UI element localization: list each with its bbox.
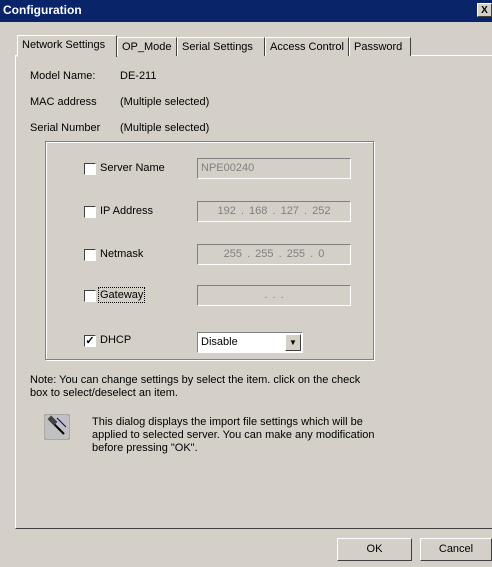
model-name-label: Model Name: xyxy=(30,70,96,82)
tab-label: Access Control xyxy=(270,41,344,53)
import-info-text: This dialog displays the import file set… xyxy=(92,416,375,454)
ok-button[interactable]: OK xyxy=(337,538,412,561)
tab-password[interactable]: Password xyxy=(349,37,411,56)
tab-access-control[interactable]: Access Control xyxy=(265,37,349,56)
tab-label: Network Settings xyxy=(22,39,106,51)
server-name-label: Server Name xyxy=(100,162,165,174)
netmask-label: Netmask xyxy=(100,248,144,260)
ip-address-checkbox[interactable] xyxy=(84,206,96,218)
dhcp-select-value: Disable xyxy=(201,336,238,348)
serial-number-value: (Multiple selected) xyxy=(120,122,210,134)
ip-address-label: IP Address xyxy=(100,205,153,217)
dhcp-select[interactable]: Disable ▼ xyxy=(197,332,303,353)
gateway-checkbox[interactable] xyxy=(84,290,96,302)
gateway-label: Gateway xyxy=(97,287,146,303)
tab-label: OP_Mode xyxy=(122,41,172,53)
model-name-value: DE-211 xyxy=(120,70,157,82)
title-bar[interactable]: Configuration X xyxy=(0,0,492,22)
netmask-input[interactable]: 255 . 255 . 255 . 0 xyxy=(197,244,351,265)
chevron-down-icon[interactable]: ▼ xyxy=(285,334,301,351)
tab-label: Password xyxy=(354,41,403,53)
window-title: Configuration xyxy=(3,3,82,17)
tab-label: Serial Settings xyxy=(182,41,253,53)
hammer-icon xyxy=(44,414,70,440)
ip-address-input[interactable]: 192 . 168 . 127 . 252 xyxy=(197,201,351,222)
configuration-dialog: Configuration X Network Settings OP_Mode… xyxy=(0,0,492,567)
cancel-button[interactable]: Cancel xyxy=(420,538,492,561)
dhcp-label: DHCP xyxy=(100,334,132,346)
dhcp-checkbox[interactable]: ✓ xyxy=(84,335,96,347)
mac-address-label: MAC address xyxy=(30,96,97,108)
server-name-checkbox[interactable] xyxy=(84,163,96,175)
gateway-input[interactable]: . . . xyxy=(197,285,351,306)
mac-address-value: (Multiple selected) xyxy=(120,96,210,108)
netmask-checkbox[interactable] xyxy=(84,249,96,261)
serial-number-label: Serial Number xyxy=(30,122,101,134)
note-text: Note: You can change settings by select … xyxy=(30,374,361,399)
close-button[interactable]: X xyxy=(477,3,492,17)
tab-op-mode[interactable]: OP_Mode xyxy=(117,37,177,56)
server-name-input[interactable]: NPE00240 xyxy=(197,158,351,179)
tab-serial-settings[interactable]: Serial Settings xyxy=(177,37,265,56)
tab-network-settings[interactable]: Network Settings xyxy=(17,35,117,57)
